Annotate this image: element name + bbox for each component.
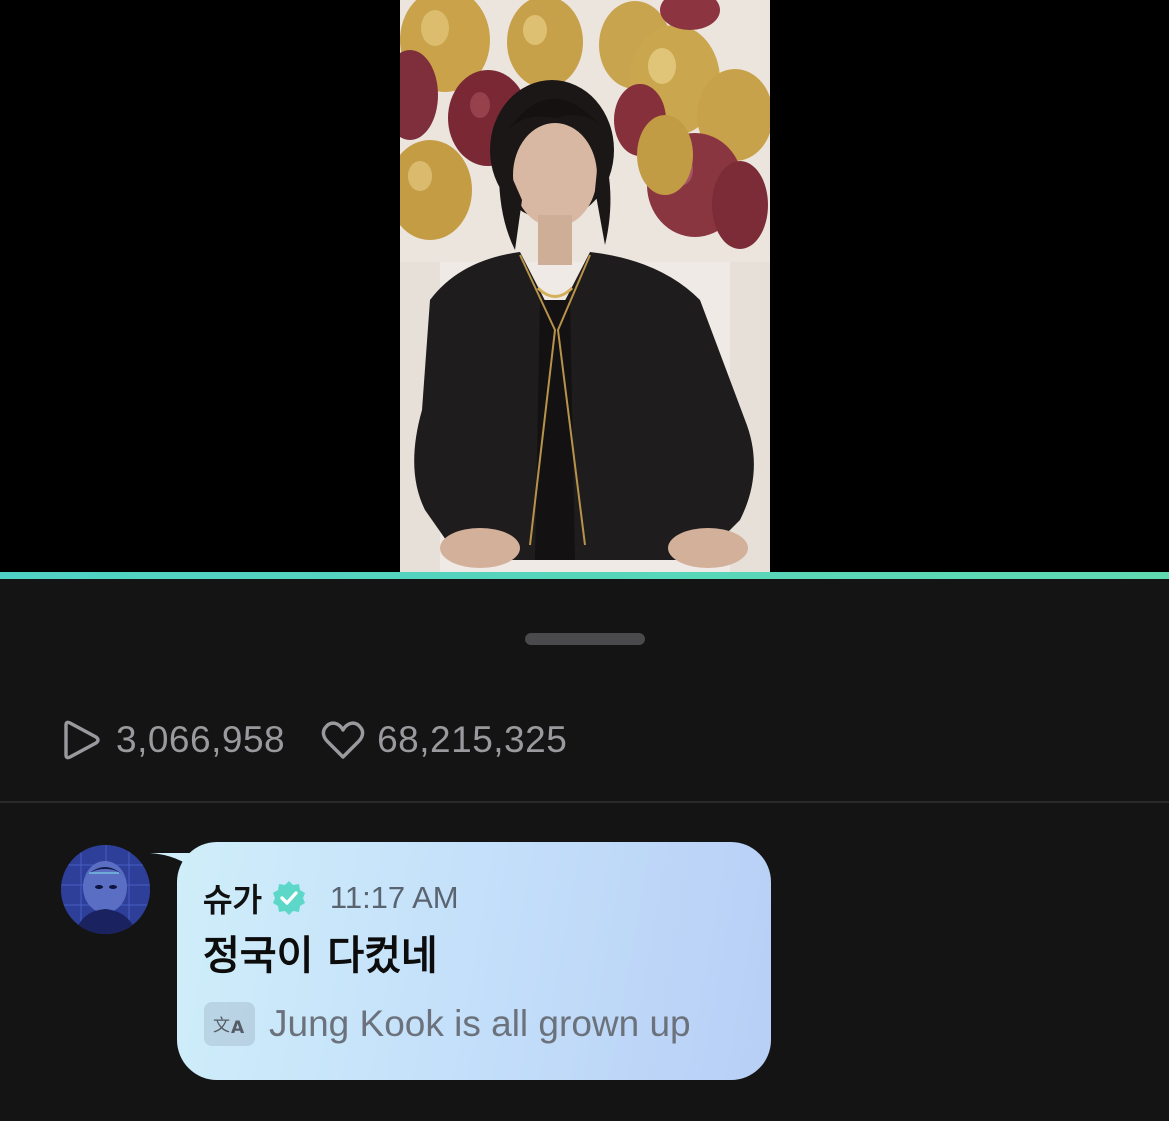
avatar[interactable] — [61, 845, 150, 934]
translate-icon[interactable]: 文 A — [204, 1002, 255, 1046]
avatar-image — [61, 845, 150, 934]
app-screen: 3,066,958 68,215,325 슈가 11:17 AM 정국이 다컸네… — [0, 0, 1169, 1121]
play-icon — [60, 719, 102, 761]
video-progress-bar[interactable] — [0, 572, 1169, 579]
comment-translation[interactable]: 文 A Jung Kook is all grown up — [204, 1002, 691, 1046]
video-image — [400, 0, 770, 573]
like-count-value: 68,215,325 — [377, 719, 568, 760]
play-count-value: 3,066,958 — [116, 719, 286, 760]
like-count[interactable]: 68,215,325 — [321, 719, 567, 761]
video-player[interactable] — [0, 0, 1169, 573]
svg-text:A: A — [231, 1018, 245, 1038]
video-thumbnail[interactable] — [400, 0, 770, 573]
svg-text:文: 文 — [213, 1016, 230, 1036]
comment-author[interactable]: 슈가 — [203, 875, 262, 921]
comment-timestamp: 11:17 AM — [329, 880, 459, 915]
comment-header: 슈가 11:17 AM — [203, 874, 459, 922]
translation-text: Jung Kook is all grown up — [269, 1003, 691, 1044]
heart-icon[interactable] — [321, 719, 365, 761]
comment-message: 정국이 다컸네 — [203, 933, 438, 979]
sheet-drag-handle[interactable] — [525, 633, 645, 645]
play-count: 3,066,958 — [60, 719, 285, 761]
section-divider — [0, 801, 1169, 803]
verified-badge-icon — [270, 879, 308, 917]
video-stats: 3,066,958 68,215,325 — [60, 712, 603, 768]
